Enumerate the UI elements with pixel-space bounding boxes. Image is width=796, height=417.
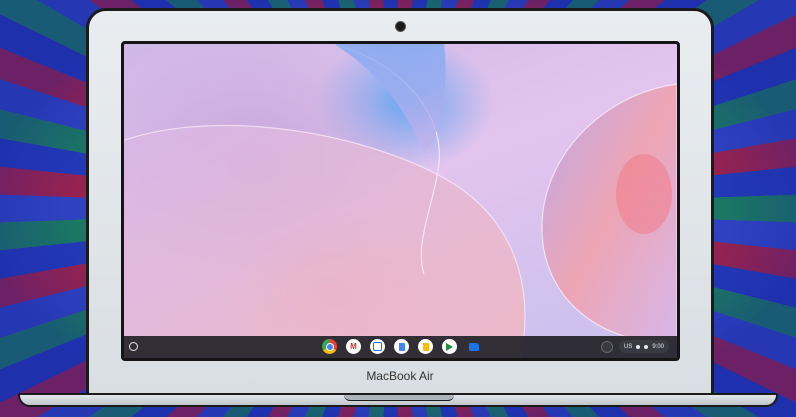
- gmail-icon[interactable]: M: [346, 339, 361, 354]
- files-icon[interactable]: [466, 339, 481, 354]
- launcher-button[interactable]: [129, 342, 138, 351]
- wallpaper-pink-glow: [616, 154, 672, 234]
- play-store-icon[interactable]: [442, 339, 457, 354]
- wifi-icon: [636, 344, 641, 349]
- clock: 9:00: [652, 343, 664, 350]
- laptop-lid: M US 9:00 MacBook Air: [86, 8, 714, 398]
- system-status-area[interactable]: US 9:00: [618, 340, 669, 353]
- battery-icon: [644, 344, 649, 349]
- pinned-apps: M: [322, 339, 481, 354]
- webcam: [395, 21, 406, 32]
- wallpaper-blue-shape: [334, 44, 446, 154]
- keep-icon[interactable]: [418, 339, 433, 354]
- calendar-icon[interactable]: [370, 339, 385, 354]
- gmail-glyph: M: [350, 342, 357, 351]
- chromeos-shelf: M US 9:00: [124, 336, 677, 358]
- chrome-icon[interactable]: [322, 339, 337, 354]
- status-tray: US 9:00: [600, 340, 669, 353]
- laptop-base: [18, 393, 778, 407]
- wallpaper: [124, 44, 677, 358]
- device-brand-label: MacBook Air: [366, 369, 434, 383]
- locale-indicator: US: [623, 343, 633, 350]
- wallpaper-wave-left: [124, 124, 526, 358]
- laptop-screen: M US 9:00: [121, 41, 680, 361]
- docs-icon[interactable]: [394, 339, 409, 354]
- lid-opening-notch: [344, 395, 454, 401]
- notifications-icon[interactable]: [600, 340, 613, 353]
